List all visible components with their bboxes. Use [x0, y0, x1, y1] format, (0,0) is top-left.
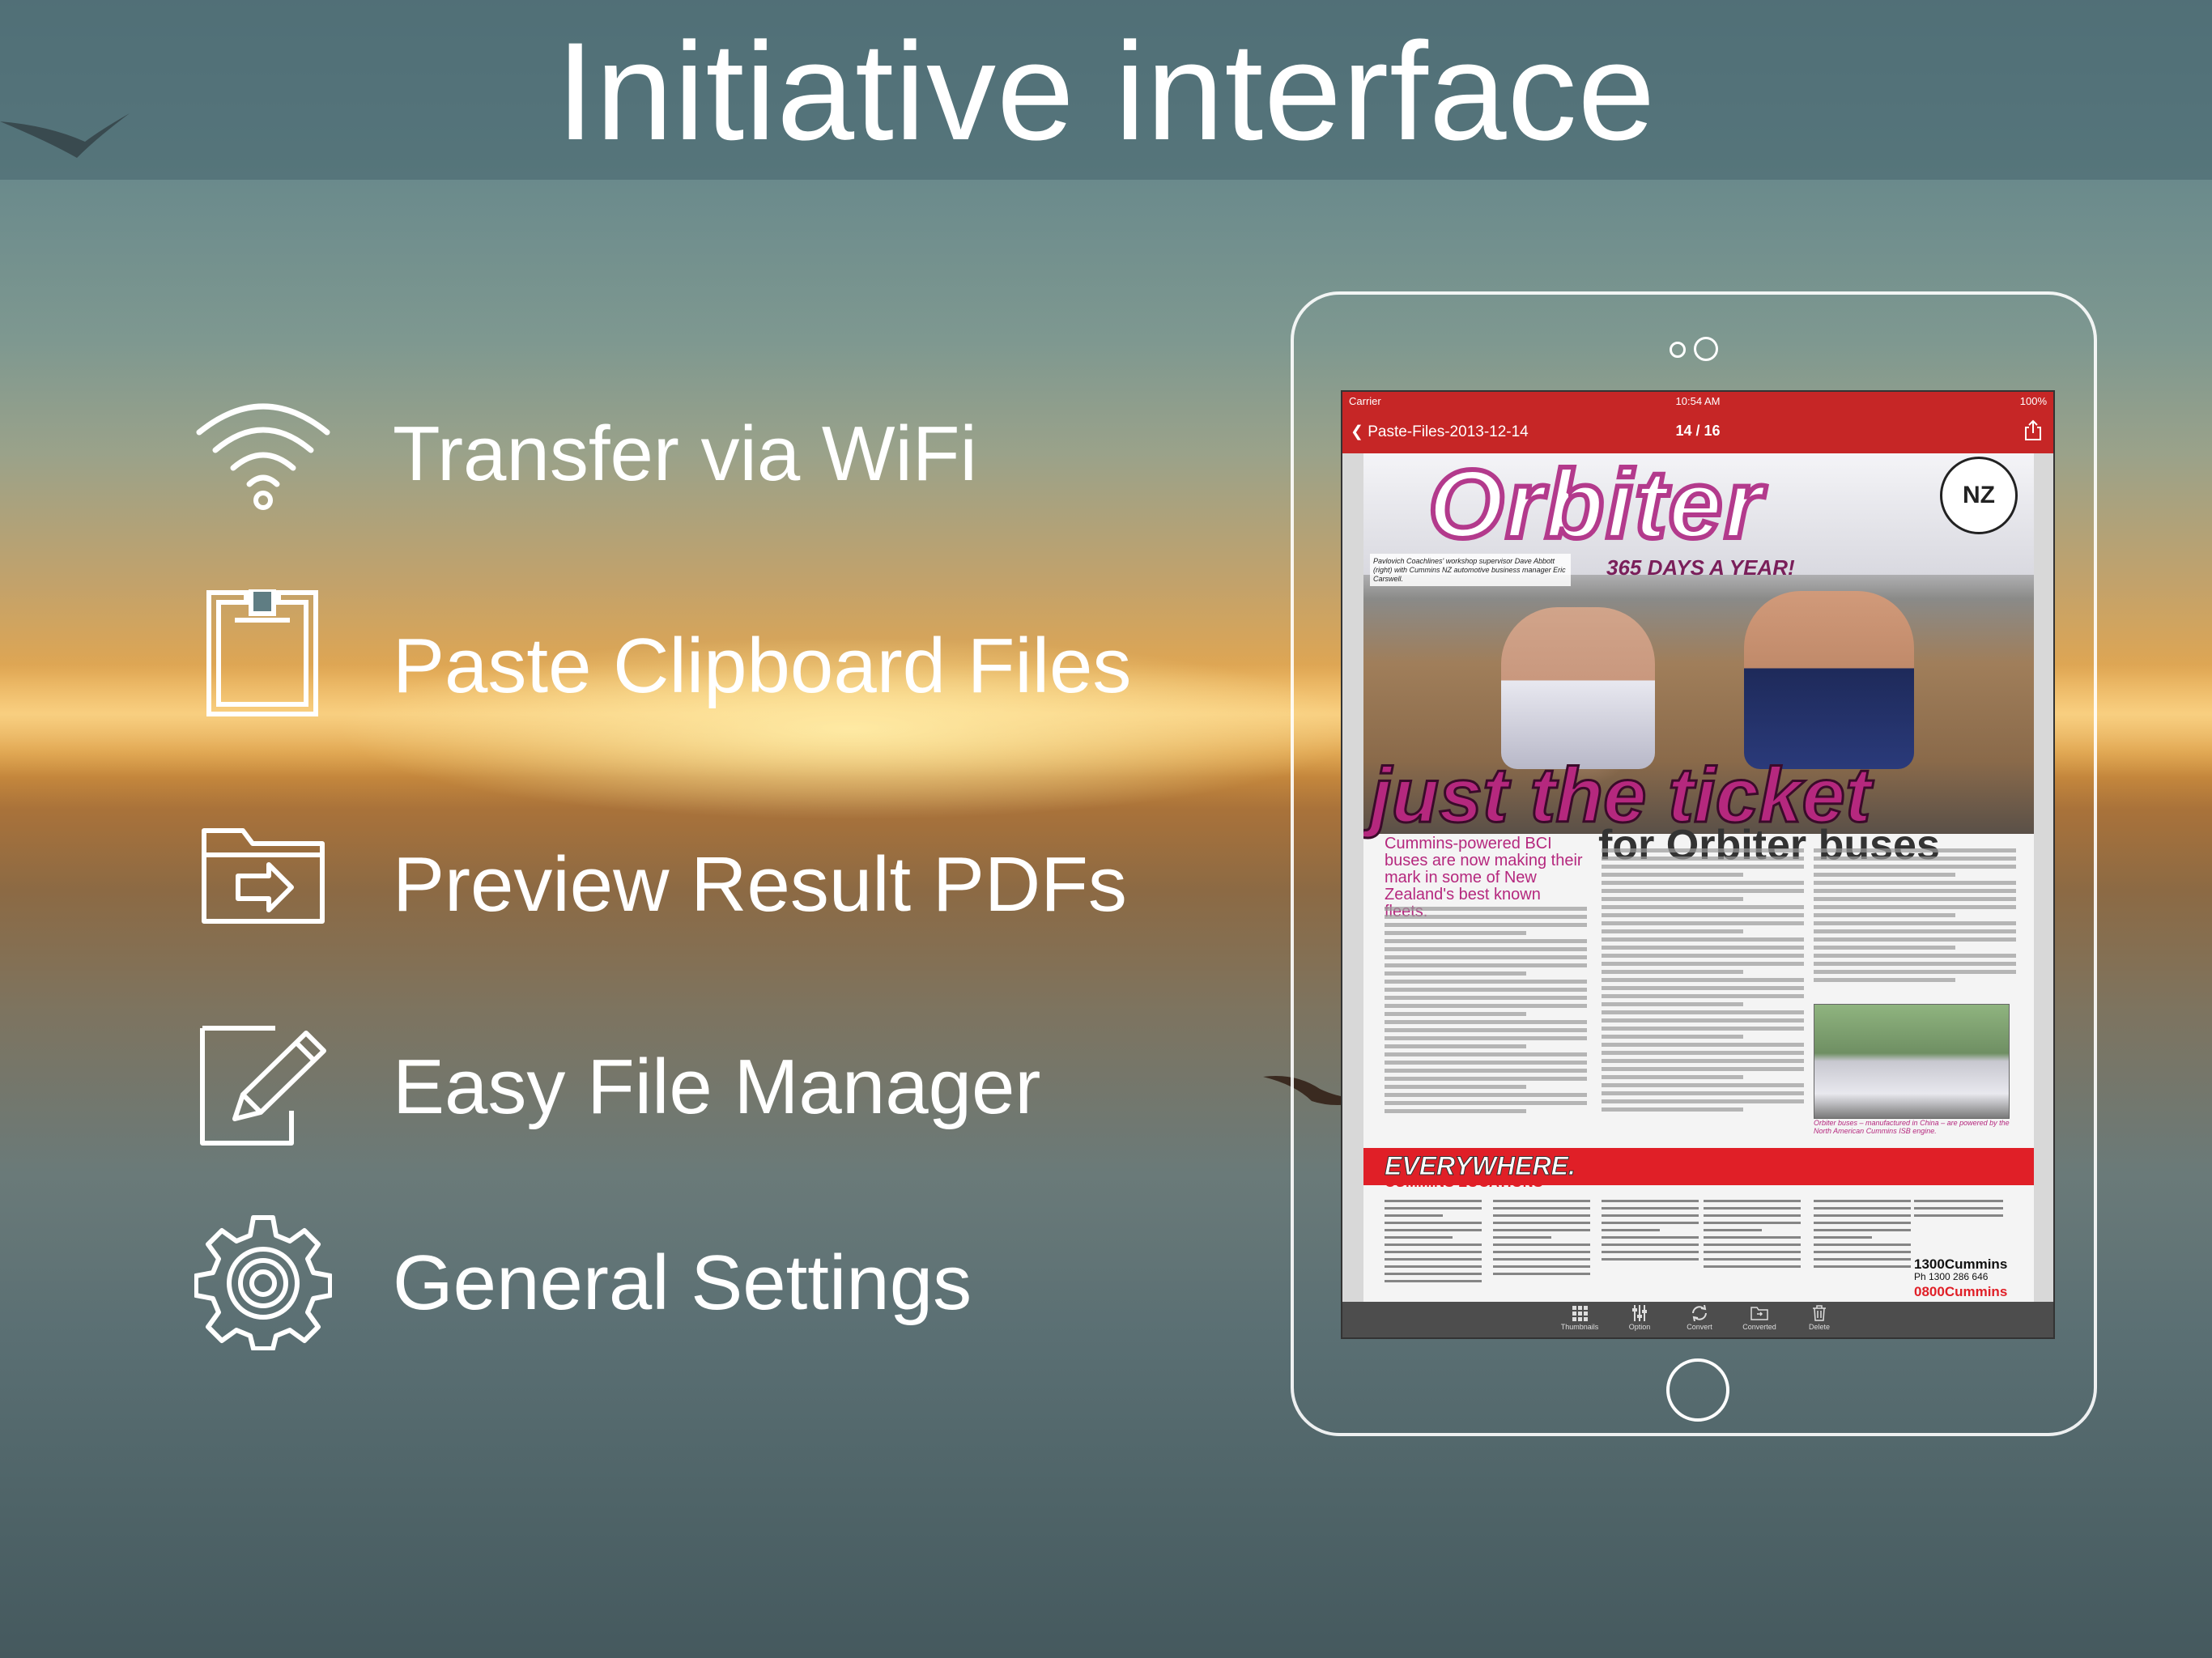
pdf-page[interactable]: Orbiter 365 DAYS A YEAR! NZ Pavlovich Co…	[1363, 453, 2034, 1302]
feature-paste-clipboard: Paste Clipboard Files	[194, 589, 1166, 735]
locations-column	[1914, 1200, 2003, 1222]
option-button[interactable]: Option	[1611, 1305, 1668, 1331]
tagline: 365 DAYS A YEAR!	[1606, 555, 1795, 580]
folder-icon	[1750, 1307, 1768, 1320]
bus-photo-caption: Orbiter buses – manufactured in China – …	[1814, 1119, 2010, 1135]
status-bar: Carrier 10:54 AM 100%	[1342, 392, 2053, 411]
feature-transfer-wifi: Transfer via WiFi	[194, 390, 1166, 536]
locations-column	[1493, 1200, 1590, 1280]
wifi-icon	[196, 403, 330, 510]
feature-general-settings: General Settings	[194, 1213, 1166, 1358]
photo-caption: Pavlovich Coachlines' workshop superviso…	[1370, 554, 1571, 587]
edit-pencil-icon	[200, 1026, 326, 1146]
feature-label: Easy File Manager	[393, 1044, 1041, 1130]
bottom-toolbar: Thumbnails Option Convert Converted Dele…	[1342, 1302, 2053, 1337]
article-column-2	[1602, 848, 1804, 1116]
bus-photo	[1814, 1004, 2010, 1119]
tablet-device: Carrier 10:54 AM 100% ❮ Paste-Files-2013…	[1291, 291, 2097, 1436]
feature-file-manager: Easy File Manager	[194, 1022, 1166, 1167]
toolbar-label: Option	[1628, 1323, 1651, 1331]
converted-button[interactable]: Converted	[1731, 1305, 1788, 1331]
nz-badge: NZ	[1940, 457, 2018, 534]
person-left	[1501, 607, 1655, 769]
device-screen: Carrier 10:54 AM 100% ❮ Paste-Files-2013…	[1341, 390, 2055, 1339]
article-column-1	[1385, 907, 1587, 1117]
toolbar-label: Thumbnails	[1560, 1323, 1599, 1331]
page-title: Initiative interface	[555, 14, 1657, 169]
brand-logo: Orbiter	[1426, 453, 1764, 561]
feature-label: General Settings	[393, 1239, 972, 1326]
person-right	[1744, 591, 1914, 769]
refresh-icon	[1692, 1305, 1707, 1321]
home-button[interactable]	[1666, 1358, 1729, 1422]
toolbar-label: Convert	[1687, 1323, 1712, 1331]
feature-label: Transfer via WiFi	[393, 410, 977, 497]
delete-button[interactable]: Delete	[1791, 1305, 1848, 1331]
locations-column	[1704, 1200, 1801, 1273]
banner-subtitle: CUMMINS LOCATIONS	[1385, 1174, 1543, 1190]
feature-label: Preview Result PDFs	[393, 841, 1127, 928]
feature-label: Paste Clipboard Files	[393, 623, 1132, 709]
convert-button[interactable]: Convert	[1671, 1305, 1728, 1331]
camera-sensor	[1670, 342, 1686, 358]
article-column-3	[1814, 848, 2016, 986]
contact-au-phone: Ph 1300 286 646	[1914, 1271, 1989, 1282]
locations-column	[1385, 1200, 1482, 1287]
page-indicator: 14 / 16	[1675, 423, 1721, 439]
folder-export-icon	[202, 828, 325, 924]
locations-column	[1602, 1200, 1699, 1265]
trash-icon	[1813, 1305, 1826, 1321]
thumbnails-button[interactable]: Thumbnails	[1551, 1305, 1608, 1331]
feature-preview-pdfs: Preview Result PDFs	[194, 826, 1166, 971]
front-camera	[1694, 337, 1718, 361]
locations-column	[1814, 1200, 1911, 1273]
toolbar-label: Delete	[1808, 1323, 1830, 1331]
share-icon[interactable]	[2024, 419, 2042, 440]
battery-level: 100%	[2019, 395, 2047, 407]
clipboard-icon	[206, 589, 318, 716]
contact-au: 1300Cummins	[1914, 1256, 2008, 1272]
status-time: 10:54 AM	[1675, 395, 1721, 407]
grid-icon	[1572, 1306, 1588, 1321]
nav-bar: ❮ Paste-Files-2013-12-14 14 / 16	[1342, 411, 2053, 453]
contact-nz: 0800Cummins	[1914, 1284, 2008, 1299]
gear-icon	[194, 1215, 332, 1350]
sliders-icon	[1632, 1305, 1647, 1321]
toolbar-label: Converted	[1742, 1323, 1776, 1331]
